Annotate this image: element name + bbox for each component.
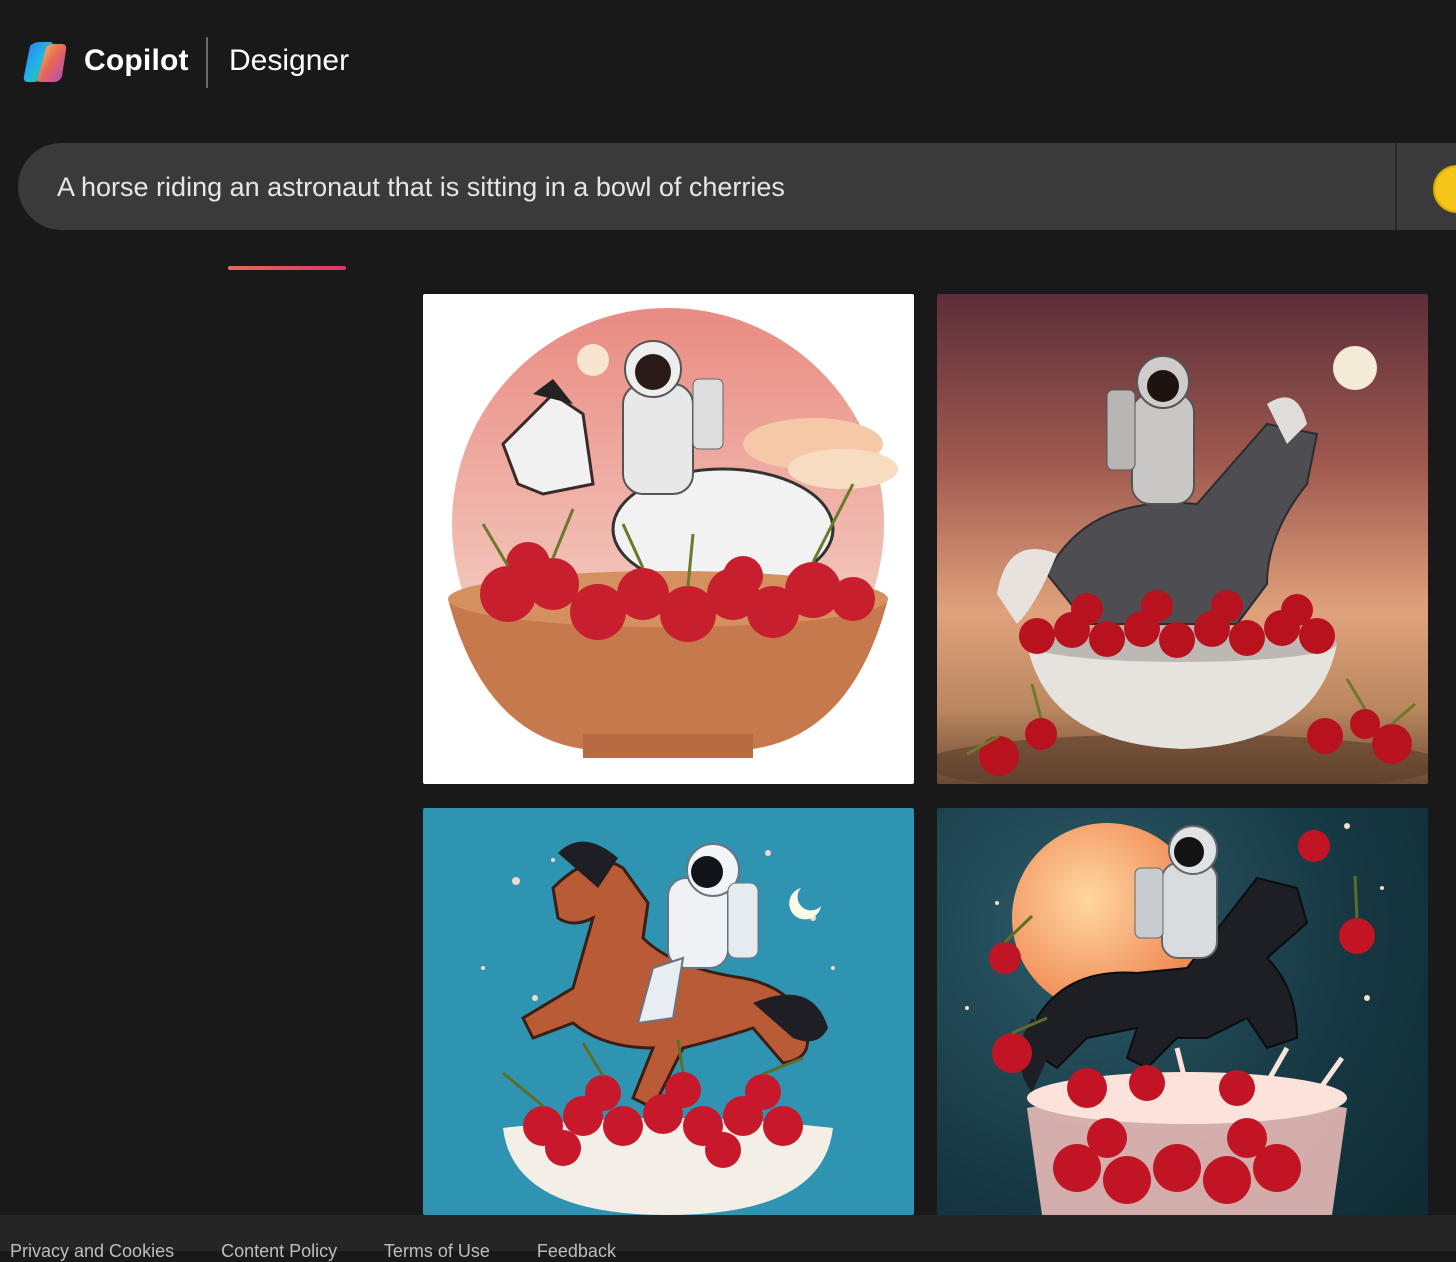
prompt-bar[interactable]: A horse riding an astronaut that is sitt…: [18, 143, 1456, 230]
footer-link-privacy[interactable]: Privacy and Cookies: [10, 1241, 174, 1261]
prompt-bar-divider: [1395, 143, 1397, 230]
image-1-artwork: [448, 308, 898, 758]
generated-image-1[interactable]: [423, 294, 914, 784]
generated-image-2[interactable]: [937, 294, 1428, 784]
image-3-artwork: [481, 841, 835, 1215]
active-tab-indicator: [228, 266, 346, 270]
page-footer: Privacy and Cookies Content Policy Terms…: [0, 1215, 1456, 1261]
header-divider: [206, 37, 208, 88]
image-2-artwork: [937, 346, 1428, 784]
product-name[interactable]: Designer: [229, 44, 349, 78]
footer-links: Privacy and Cookies Content Policy Terms…: [10, 1241, 658, 1262]
copilot-logo-icon[interactable]: [22, 40, 68, 84]
prompt-input[interactable]: A horse riding an astronaut that is sitt…: [57, 172, 785, 203]
boost-coin-icon[interactable]: [1433, 165, 1456, 213]
generated-image-4[interactable]: [937, 808, 1428, 1215]
image-4-artwork: [965, 823, 1384, 1215]
footer-link-feedback[interactable]: Feedback: [537, 1241, 616, 1261]
footer-link-terms[interactable]: Terms of Use: [384, 1241, 490, 1261]
brand-name[interactable]: Copilot: [84, 44, 189, 78]
generated-image-3[interactable]: [423, 808, 914, 1215]
footer-link-content-policy[interactable]: Content Policy: [221, 1241, 337, 1261]
app-header: Copilot Designer: [0, 0, 1456, 130]
